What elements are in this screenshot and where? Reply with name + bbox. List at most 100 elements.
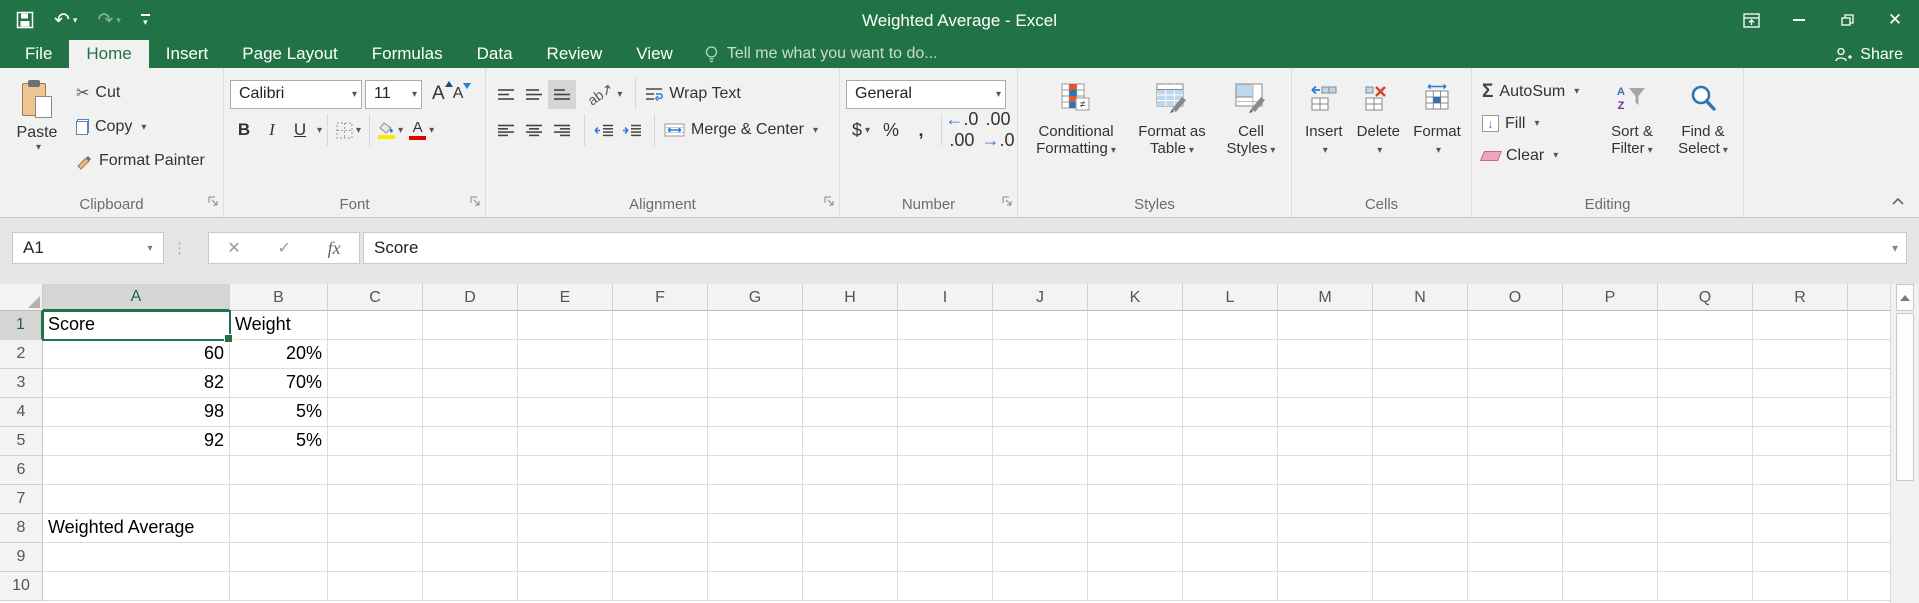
cell-F10[interactable] [613,572,708,601]
wrap-text-button[interactable]: Wrap Text [641,79,744,109]
cell-B9[interactable] [230,543,328,572]
cell-H4[interactable] [803,398,898,427]
row-header-1[interactable]: 1 [0,311,43,340]
cell-O8[interactable] [1468,514,1563,543]
number-format-select[interactable]: General ▾ [846,79,1006,109]
paste-dropdown-icon[interactable]: ▾ [36,142,41,153]
cell-K1[interactable] [1088,311,1183,340]
cell-H5[interactable] [803,427,898,456]
cell-P7[interactable] [1563,485,1658,514]
middle-align-button[interactable] [520,80,548,109]
cell-B4[interactable]: 5% [230,398,328,427]
italic-button[interactable]: I [258,116,286,145]
cell-G1[interactable] [708,311,803,340]
cell-E10[interactable] [518,572,613,601]
cell-G6[interactable] [708,456,803,485]
cell-I10[interactable] [898,572,993,601]
cell-P6[interactable] [1563,456,1658,485]
select-all-button[interactable] [0,284,43,310]
cell-J2[interactable] [993,340,1088,369]
orientation-button[interactable]: ab↗ ▾ [584,79,625,109]
cell-O6[interactable] [1468,456,1563,485]
cell-L5[interactable] [1183,427,1278,456]
delete-cells-button[interactable]: Delete ▾ [1350,76,1407,194]
cell-C6[interactable] [328,456,423,485]
percent-style-button[interactable]: % [876,116,906,145]
cell-C1[interactable] [328,311,423,340]
cell-H6[interactable] [803,456,898,485]
column-header-I[interactable]: I [898,284,993,311]
confirm-entry-icon[interactable]: ✓ [277,238,290,258]
cell-D10[interactable] [423,572,518,601]
cell-N7[interactable] [1373,485,1468,514]
clear-button[interactable]: Clear ▾ [1478,142,1596,169]
format-cells-button[interactable]: Format ▾ [1407,76,1467,194]
cell-D2[interactable] [423,340,518,369]
cell-L1[interactable] [1183,311,1278,340]
cell-M7[interactable] [1278,485,1373,514]
cell-M6[interactable] [1278,456,1373,485]
cell-I4[interactable] [898,398,993,427]
cell-A5[interactable]: 92 [43,427,230,456]
cell-Q3[interactable] [1658,369,1753,398]
cell-R9[interactable] [1753,543,1848,572]
row-header-8[interactable]: 8 [0,514,43,543]
column-header-G[interactable]: G [708,284,803,311]
increase-font-size-button[interactable]: A [428,81,453,105]
cell-N3[interactable] [1373,369,1468,398]
decrease-decimal-button[interactable]: .00 →.0 [981,109,1014,150]
row-header-10[interactable]: 10 [0,572,43,601]
cell-L4[interactable] [1183,398,1278,427]
cell-P8[interactable] [1563,514,1658,543]
redo-button[interactable]: ↷ ▾ [97,11,120,30]
column-header-F[interactable]: F [613,284,708,311]
cell-K7[interactable] [1088,485,1183,514]
cell-P5[interactable] [1563,427,1658,456]
cell-C10[interactable] [328,572,423,601]
cell-B2[interactable]: 20% [230,340,328,369]
font-family-select[interactable]: Calibri ▾ [230,79,362,109]
cell-Q2[interactable] [1658,340,1753,369]
cell-H1[interactable] [803,311,898,340]
minimize-button[interactable] [1775,0,1823,40]
cell-J4[interactable] [993,398,1088,427]
cell-H2[interactable] [803,340,898,369]
top-align-button[interactable] [492,80,520,109]
cut-button[interactable]: ✂ Cut [72,78,209,108]
column-header-R[interactable]: R [1753,284,1848,311]
cell-H7[interactable] [803,485,898,514]
copy-button[interactable]: Copy ▾ [72,112,209,142]
cell-B3[interactable]: 70% [230,369,328,398]
cell-N1[interactable] [1373,311,1468,340]
cell-R10[interactable] [1753,572,1848,601]
cell-F6[interactable] [613,456,708,485]
column-header-E[interactable]: E [518,284,613,311]
cell-G2[interactable] [708,340,803,369]
cell-M9[interactable] [1278,543,1373,572]
scrollbar-thumb[interactable] [1896,313,1914,481]
cell-F8[interactable] [613,514,708,543]
cell-O5[interactable] [1468,427,1563,456]
cell-B7[interactable] [230,485,328,514]
cell-H8[interactable] [803,514,898,543]
underline-button[interactable]: U [286,116,314,145]
comma-style-button[interactable]: , [906,116,936,145]
tell-me-box[interactable]: Tell me what you want to do... [704,40,938,68]
tab-home[interactable]: Home [69,40,149,68]
cell-L3[interactable] [1183,369,1278,398]
cell-R1[interactable] [1753,311,1848,340]
tab-formulas[interactable]: Formulas [355,40,460,68]
row-header-9[interactable]: 9 [0,543,43,572]
cell-O1[interactable] [1468,311,1563,340]
cell-D9[interactable] [423,543,518,572]
cell-L10[interactable] [1183,572,1278,601]
cell-Q7[interactable] [1658,485,1753,514]
format-painter-button[interactable]: Format Painter [72,146,209,176]
cell-G10[interactable] [708,572,803,601]
cell-M4[interactable] [1278,398,1373,427]
cell-A1[interactable]: Score [42,310,233,343]
column-header-L[interactable]: L [1183,284,1278,311]
cell-C2[interactable] [328,340,423,369]
cell-E2[interactable] [518,340,613,369]
column-header-A[interactable]: A [43,284,230,311]
